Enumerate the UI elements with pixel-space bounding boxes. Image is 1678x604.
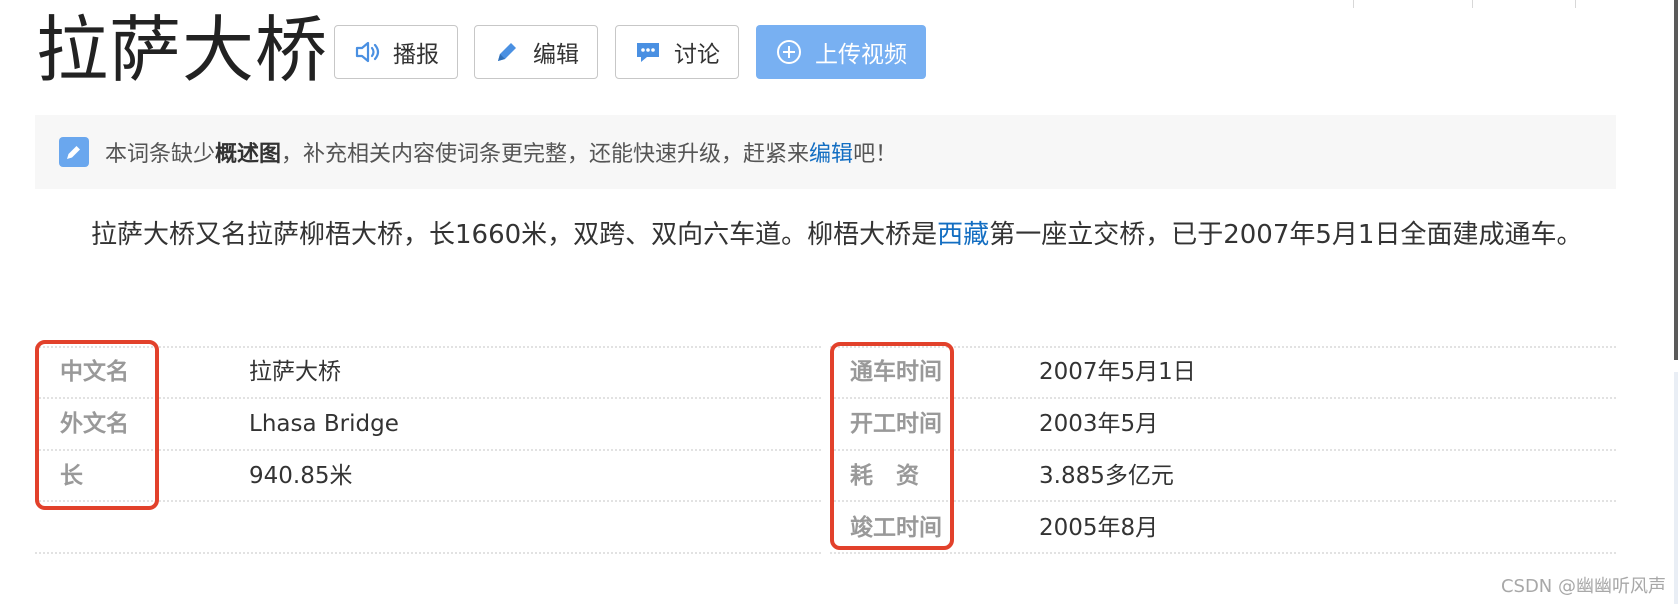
summary-text-2: 第一座立交桥，已于2007年5月1日全面建成通车。 — [989, 220, 1583, 250]
info-value-chinese-name: 拉萨大桥 — [249, 359, 341, 385]
watermark: CSDN @幽幽听风声 — [1500, 576, 1666, 597]
info-value-completion-date: 2005年8月 — [1039, 515, 1159, 541]
pencil-icon — [59, 137, 89, 167]
edit-button[interactable]: 编辑 — [474, 25, 598, 79]
page-edge — [1674, 0, 1678, 360]
info-value-cost: 3.885多亿元 — [1039, 463, 1174, 489]
speaker-icon — [353, 38, 381, 66]
page-title: 拉萨大桥 — [36, 8, 329, 92]
table-divider — [35, 552, 821, 554]
play-button[interactable]: 播报 — [334, 25, 458, 79]
tibet-link[interactable]: 西藏 — [937, 220, 989, 250]
plus-circle-icon — [775, 38, 803, 66]
chat-bubble-icon — [634, 38, 662, 66]
notice-prefix: 本词条缺少 — [105, 142, 216, 167]
discuss-button-label: 讨论 — [674, 42, 720, 68]
info-value-length: 940.85米 — [249, 463, 353, 489]
notice-middle: ，补充相关内容使词条更完整，还能快速升级，赶紧来 — [281, 142, 810, 167]
notice-edit-link[interactable]: 编辑 — [809, 136, 853, 168]
pencil-icon — [493, 38, 521, 66]
page-edge — [1674, 372, 1678, 604]
upload-video-button-label: 上传视频 — [815, 42, 907, 68]
edit-button-label: 编辑 — [533, 42, 579, 68]
tab-divider — [1575, 0, 1576, 8]
info-value-start-date: 2003年5月 — [1039, 411, 1159, 437]
info-value-foreign-name: Lhasa Bridge — [249, 411, 399, 437]
summary-text-1: 拉萨大桥又名拉萨柳梧大桥，长1660米，双跨、双向六车道。柳梧大桥是 — [91, 220, 938, 250]
info-value-opening-date: 2007年5月1日 — [1039, 359, 1196, 385]
table-divider — [830, 552, 1616, 554]
highlight-box-left — [35, 340, 159, 510]
notice-bold: 概述图 — [215, 142, 282, 167]
notice-suffix: 吧！ — [853, 142, 898, 167]
summary-paragraph: 拉萨大桥又名拉萨柳梧大桥，长1660米，双跨、双向六车道。柳梧大桥是西藏第一座立… — [35, 210, 1625, 260]
highlight-box-right — [830, 342, 954, 550]
missing-image-notice: 本词条缺少 概述图 ，补充相关内容使词条更完整，还能快速升级，赶紧来 编辑 吧！ — [35, 115, 1616, 189]
tab-divider — [1353, 0, 1354, 8]
tab-divider — [1472, 0, 1473, 8]
discuss-button[interactable]: 讨论 — [615, 25, 739, 79]
upload-video-button[interactable]: 上传视频 — [756, 25, 926, 79]
play-button-label: 播报 — [393, 42, 439, 68]
